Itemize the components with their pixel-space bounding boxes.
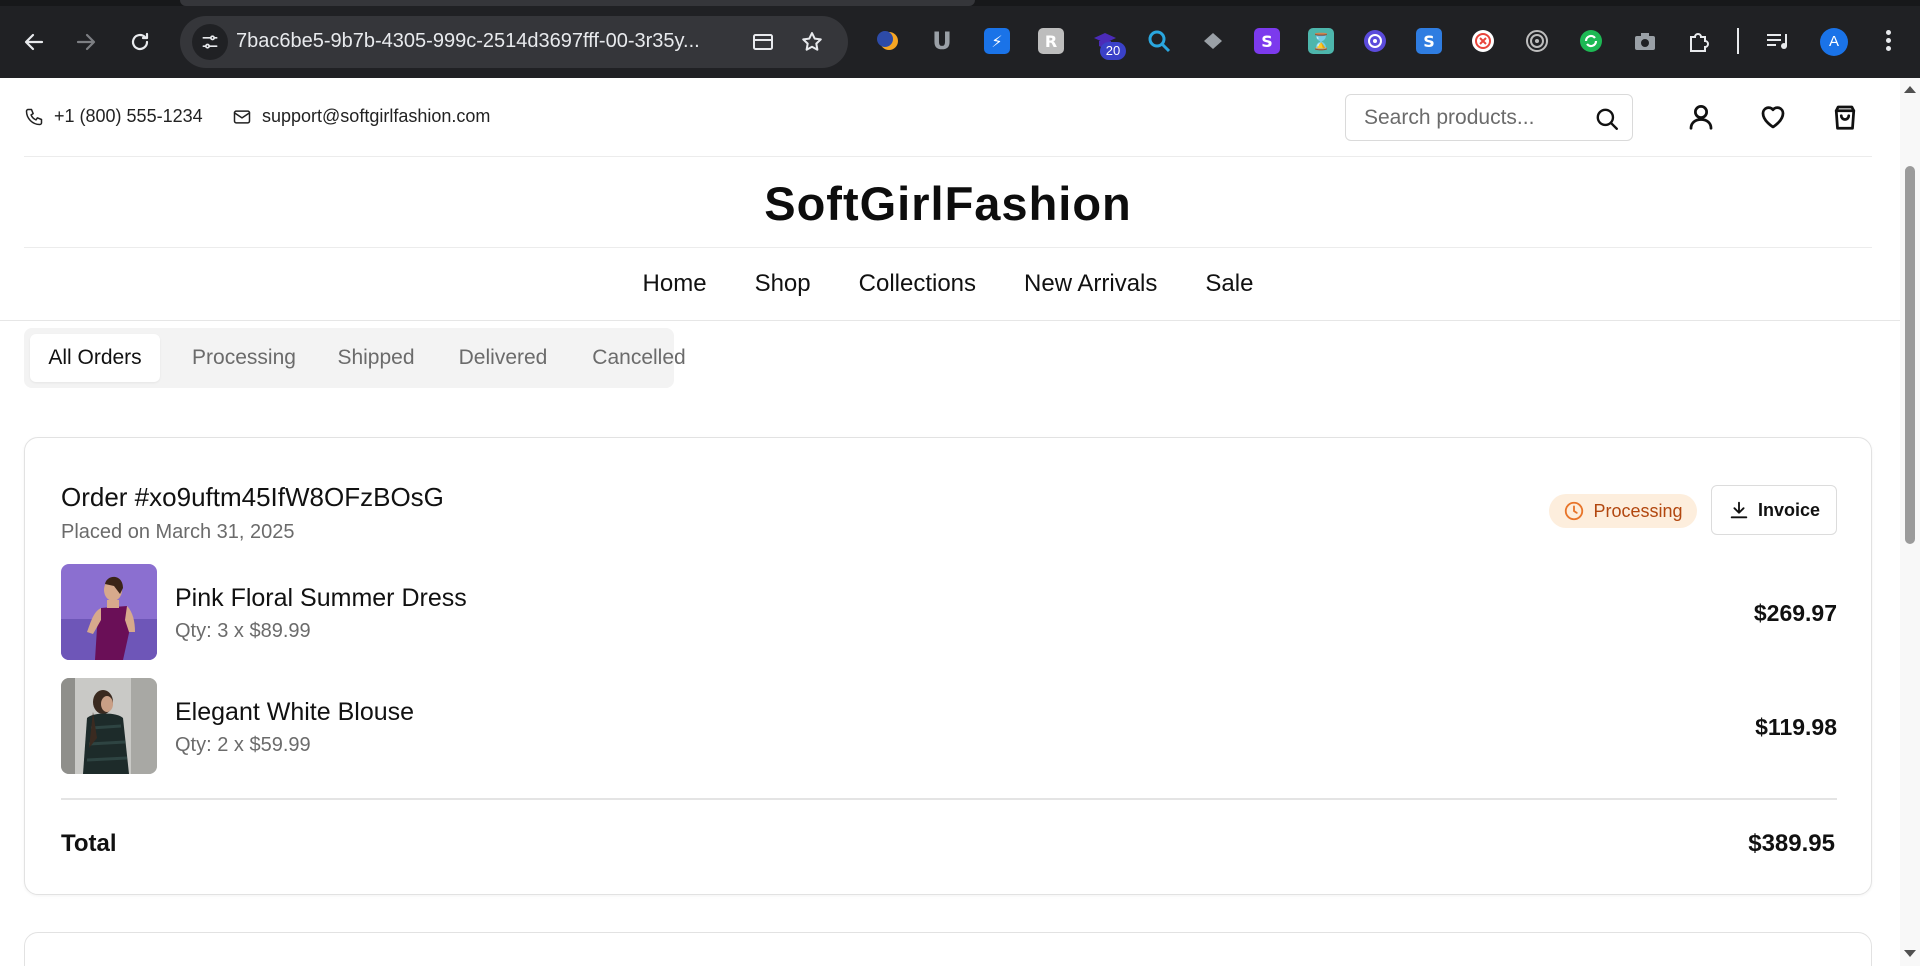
tab-cancelled[interactable]: Cancelled (570, 334, 708, 382)
phone-icon (25, 108, 43, 125)
arrow-right-icon (76, 33, 96, 51)
product-search[interactable] (1345, 94, 1633, 141)
nav-divider (0, 320, 1900, 321)
order-date: Placed on March 31, 2025 (61, 521, 295, 543)
contact-phone[interactable]: +1 (800) 555-1234 (24, 106, 203, 127)
extensions-puzzle-icon[interactable] (1686, 28, 1712, 54)
mail-icon (233, 109, 251, 124)
order-status-tabs: All Orders Processing Shipped Delivered … (24, 328, 686, 388)
tune-icon (202, 35, 218, 49)
total-label: Total (61, 830, 117, 857)
forward-button[interactable] (66, 22, 106, 62)
search-icon[interactable] (1594, 106, 1620, 132)
order-item-row: Elegant White Blouse Qty: 2 x $59.99 $11… (61, 678, 1837, 774)
reload-button[interactable] (120, 22, 160, 62)
product-quantity: Qty: 2 x $59.99 (175, 734, 311, 756)
tab-delivered[interactable]: Delivered (436, 334, 570, 382)
nav-collections[interactable]: Collections (859, 270, 976, 298)
nav-new-arrivals[interactable]: New Arrivals (1024, 270, 1157, 298)
site-info-button[interactable] (192, 24, 228, 60)
extension-hourglass-icon[interactable]: ⌛ (1308, 28, 1334, 54)
page-scrollbar[interactable] (1900, 78, 1920, 966)
header-divider (24, 156, 1872, 157)
email-address: support@softgirlfashion.com (262, 106, 491, 126)
extension-x-circle-icon[interactable] (1470, 28, 1496, 54)
extension-rings-icon[interactable] (1524, 28, 1550, 54)
browser-toolbar: 7bac6be5-9b7b-4305-999c-2514d3697fff-00-… (0, 0, 1920, 78)
url-text[interactable]: 7bac6be5-9b7b-4305-999c-2514d3697fff-00-… (236, 30, 700, 53)
item-subtotal: $269.97 (1753, 600, 1837, 626)
clock-icon (1565, 501, 1584, 521)
item-subtotal: $119.98 (1755, 714, 1837, 740)
media-queue-icon[interactable] (1764, 28, 1790, 54)
toolbar-separator (1737, 28, 1739, 54)
order-number: Order #xo9uftm45IfW8OFzBOsG (61, 482, 444, 512)
active-tab-edge[interactable] (180, 0, 975, 6)
product-image-blouse[interactable] (61, 678, 157, 774)
order-item-row: Pink Floral Summer Dress Qty: 3 x $89.99… (61, 564, 1837, 660)
next-order-card (24, 932, 1872, 966)
scroll-down-arrow[interactable] (1904, 950, 1916, 957)
extension-u-icon[interactable]: U (929, 27, 955, 55)
invoice-label: Invoice (1757, 499, 1821, 520)
extension-s-blue-icon[interactable]: S (1416, 28, 1442, 54)
bookmark-star-icon[interactable] (800, 30, 824, 54)
product-name[interactable]: Elegant White Blouse (175, 698, 414, 727)
logo-divider (24, 247, 1872, 248)
order-total: $389.95 (1748, 830, 1835, 857)
scroll-up-arrow[interactable] (1904, 86, 1916, 93)
order-card: Order #xo9uftm45IfW8OFzBOsG Placed on Ma… (24, 437, 1872, 895)
contact-email[interactable]: support@softgirlfashion.com (232, 106, 490, 127)
product-image-dress[interactable] (61, 564, 157, 660)
invoice-button[interactable]: Invoice (1711, 485, 1837, 535)
extension-bolt-icon[interactable]: ⚡ (984, 28, 1010, 54)
extension-puzzle-icon[interactable] (1200, 28, 1226, 54)
extension-sync-icon[interactable] (1578, 28, 1604, 54)
tab-processing[interactable]: Processing (172, 334, 316, 382)
back-button[interactable] (14, 22, 54, 62)
extension-search-icon[interactable] (1146, 28, 1172, 54)
main-navigation: Home Shop Collections New Arrivals Sale (0, 270, 1896, 298)
card-icon[interactable] (751, 30, 775, 54)
nav-sale[interactable]: Sale (1205, 270, 1253, 298)
download-icon (1730, 501, 1748, 519)
scroll-thumb[interactable] (1905, 166, 1915, 544)
product-name[interactable]: Pink Floral Summer Dress (175, 584, 467, 613)
store-logo[interactable]: SoftGirlFashion (0, 176, 1896, 231)
browser-menu-icon[interactable] (1878, 28, 1898, 56)
extension-r-icon[interactable]: R (1038, 28, 1064, 54)
wishlist-heart-icon[interactable] (1758, 102, 1788, 132)
tab-all-orders[interactable]: All Orders (30, 334, 160, 382)
total-divider (61, 798, 1837, 800)
extension-s-purple-icon[interactable]: S (1254, 28, 1280, 54)
profile-avatar[interactable]: A (1820, 28, 1848, 56)
phone-number: +1 (800) 555-1234 (54, 106, 203, 126)
extension-target-icon[interactable] (1362, 28, 1388, 54)
tab-shipped[interactable]: Shipped (316, 334, 436, 382)
extension-badge: 20 (1100, 42, 1126, 60)
nav-shop[interactable]: Shop (755, 270, 811, 298)
status-label: Processing (1593, 500, 1683, 521)
extension-camera-icon[interactable] (1632, 28, 1658, 54)
reload-icon (131, 32, 149, 51)
address-bar[interactable]: 7bac6be5-9b7b-4305-999c-2514d3697fff-00-… (180, 16, 848, 68)
extension-moon-icon[interactable] (876, 28, 902, 54)
status-badge: Processing (1549, 494, 1697, 528)
cart-bag-icon[interactable] (1830, 102, 1860, 132)
search-input[interactable] (1364, 105, 1584, 131)
nav-home[interactable]: Home (643, 270, 707, 298)
product-quantity: Qty: 3 x $89.99 (175, 620, 311, 642)
account-user-icon[interactable] (1686, 102, 1716, 132)
arrow-left-icon (24, 33, 44, 51)
